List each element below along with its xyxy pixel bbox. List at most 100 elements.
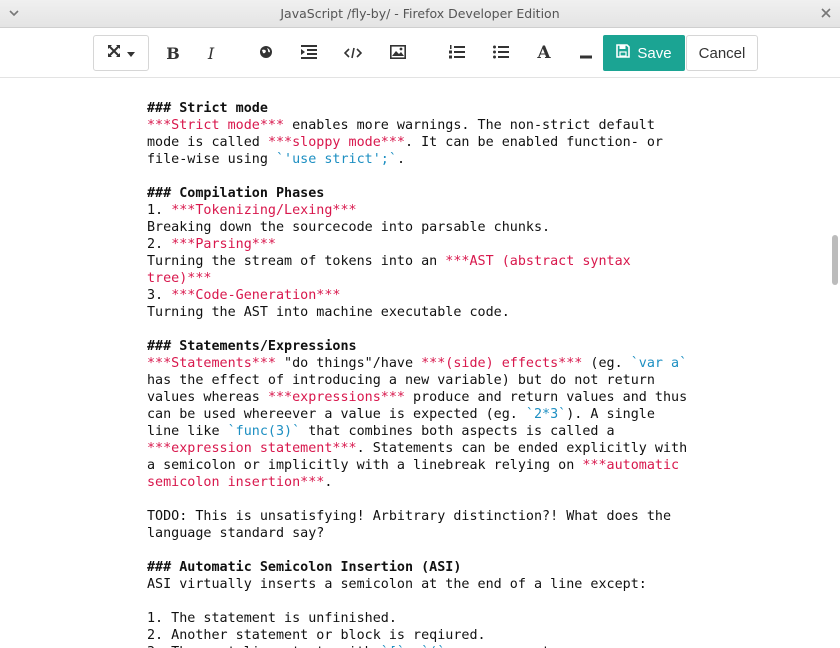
editor-line[interactable]: 2. Another statement or block is reqiure… [147, 627, 817, 644]
editor-line[interactable]: ### Automatic Semicolon Insertion (ASI) [147, 559, 817, 576]
fullscreen-icon [106, 43, 122, 63]
editor-line[interactable]: ***Strict mode*** enables more warnings.… [147, 117, 817, 134]
plain-text: produce and return values and thus [405, 390, 688, 405]
cancel-button[interactable]: Cancel [686, 35, 758, 71]
horizontal-rule-icon [580, 44, 592, 63]
image-button[interactable] [385, 35, 411, 71]
emphasis-text: ***sloppy mode*** [267, 135, 405, 150]
plain-text: (eg. [582, 356, 631, 371]
editor-line[interactable]: ***Statements*** "do things"/have ***(si… [147, 355, 817, 372]
bold-button[interactable]: B [160, 35, 186, 71]
italic-button[interactable]: I [198, 35, 224, 71]
editor-line[interactable] [147, 491, 817, 508]
plain-text: file-wise using [147, 152, 276, 167]
code-icon [343, 44, 363, 63]
horizontal-rule-button[interactable] [573, 35, 599, 71]
font-icon: A [537, 43, 551, 63]
editor-toolbar: B I A Save Cancel [0, 28, 840, 78]
bold-icon: B [166, 43, 180, 63]
ordered-list-icon [449, 44, 465, 63]
ordered-list-button[interactable] [444, 35, 470, 71]
emphasis-text: ***Statements*** [147, 356, 276, 371]
heading-text: ### Automatic Semicolon Insertion (ASI) [147, 560, 462, 575]
editor-scrollbar[interactable] [832, 235, 838, 285]
editor-line[interactable]: language standard say? [147, 525, 817, 542]
plain-text: . [324, 475, 333, 490]
editor-line[interactable]: ### Compilation Phases [147, 185, 817, 202]
heading-text: ### Compilation Phases [147, 186, 325, 201]
emphasis-text: ***expression statement*** [147, 441, 357, 456]
editor-line[interactable]: ### Strict mode [147, 100, 817, 117]
editor-line[interactable] [147, 168, 817, 185]
editor-line[interactable]: has the effect of introducing a new vari… [147, 372, 817, 389]
plain-text: that combines both aspects is called a [300, 424, 615, 439]
plain-text: line like [147, 424, 228, 439]
editor-line[interactable]: 1. The statement is unfinished. [147, 610, 817, 627]
editor-line[interactable]: ***expression statement***. Statements c… [147, 440, 817, 457]
unordered-list-icon [493, 44, 509, 63]
code-button[interactable] [340, 35, 366, 71]
italic-icon: I [207, 43, 215, 63]
heading-text: ### Strict mode [147, 101, 268, 116]
plain-text: can be used whereever a value is expecte… [147, 407, 526, 422]
editor-line[interactable]: 2. ***Parsing*** [147, 236, 817, 253]
emphasis-text: ***expressions*** [267, 390, 405, 405]
editor-line[interactable]: Turning the stream of tokens into an ***… [147, 253, 817, 270]
heading-button[interactable]: A [531, 35, 557, 71]
plain-text: 1. The statement is unfinished. [147, 611, 397, 626]
editor-line[interactable]: semicolon insertion***. [147, 474, 817, 491]
editor-text[interactable]: · · ### Strict mode***Strict mode*** ena… [147, 78, 817, 648]
unordered-list-button[interactable] [488, 35, 514, 71]
fullscreen-button[interactable] [93, 35, 149, 71]
inline-code-text: `var a` [630, 356, 688, 371]
editor-line[interactable]: 3. The next line starts with `[`, `(` or… [147, 644, 817, 648]
emphasis-text: semicolon insertion*** [147, 475, 325, 490]
markdown-editor[interactable]: · · ### Strict mode***Strict mode*** ena… [0, 78, 840, 648]
emphasis-text: ***Code-Generation*** [171, 288, 341, 303]
window-titlebar: JavaScript /fly-by/ - Firefox Developer … [0, 0, 840, 28]
plain-text: "do things"/have [276, 356, 422, 371]
emphasis-text: ***Strict mode*** [147, 118, 285, 133]
emphasis-text: ***Parsing*** [171, 237, 276, 252]
inline-code-text: `2*3` [525, 407, 567, 422]
editor-line[interactable]: Breaking down the sourcecode into parsab… [147, 219, 817, 236]
plain-text: · · [147, 78, 171, 82]
emphasis-text: ***(side) effects*** [421, 356, 583, 371]
plain-text: 2. [147, 237, 172, 252]
editor-line[interactable] [147, 593, 817, 610]
emphasis-text: ***AST (abstract syntax [445, 254, 631, 269]
link-button[interactable] [253, 35, 279, 71]
editor-line[interactable] [147, 542, 817, 559]
plain-text: 3. [147, 288, 172, 303]
plain-text: Turning the AST into machine executable … [147, 305, 510, 320]
editor-line[interactable] [147, 321, 817, 338]
close-icon[interactable] [818, 5, 834, 21]
indent-button[interactable] [296, 35, 322, 71]
save-button[interactable]: Save [603, 35, 685, 71]
plain-text: . Statements can be ended explicitly wit… [356, 441, 688, 456]
editor-line[interactable]: Turning the AST into machine executable … [147, 304, 817, 321]
plain-text: language standard say? [147, 526, 325, 541]
chevron-down-icon [126, 44, 136, 63]
editor-line[interactable] [147, 83, 817, 100]
editor-line[interactable]: 1. ***Tokenizing/Lexing*** [147, 202, 817, 219]
editor-line[interactable]: 3. ***Code-Generation*** [147, 287, 817, 304]
editor-line[interactable]: tree)*** [147, 270, 817, 287]
editor-line[interactable]: mode is called ***sloppy mode***. It can… [147, 134, 817, 151]
editor-line[interactable]: ASI virtually inserts a semicolon at the… [147, 576, 817, 593]
window-title: JavaScript /fly-by/ - Firefox Developer … [280, 6, 560, 21]
editor-line[interactable]: ### Statements/Expressions [147, 338, 817, 355]
emphasis-text: tree)*** [147, 271, 212, 286]
indent-icon [301, 44, 317, 63]
editor-line[interactable]: a semicolon or implicitly with a linebre… [147, 457, 817, 474]
plain-text: values whereas [147, 390, 268, 405]
plain-text: . It can be enabled function- or [405, 135, 663, 150]
plain-text: ). A single [566, 407, 655, 422]
editor-line[interactable]: can be used whereever a value is expecte… [147, 406, 817, 423]
editor-line[interactable]: values whereas ***expressions*** produce… [147, 389, 817, 406]
heading-text: ### Statements/Expressions [147, 339, 357, 354]
editor-line[interactable]: TODO: This is unsatisfying! Arbitrary di… [147, 508, 817, 525]
editor-line[interactable]: line like `func(3)` that combines both a… [147, 423, 817, 440]
editor-line[interactable]: file-wise using `'use strict';`. [147, 151, 817, 168]
plain-text: a semicolon or implicitly with a linebre… [147, 458, 583, 473]
